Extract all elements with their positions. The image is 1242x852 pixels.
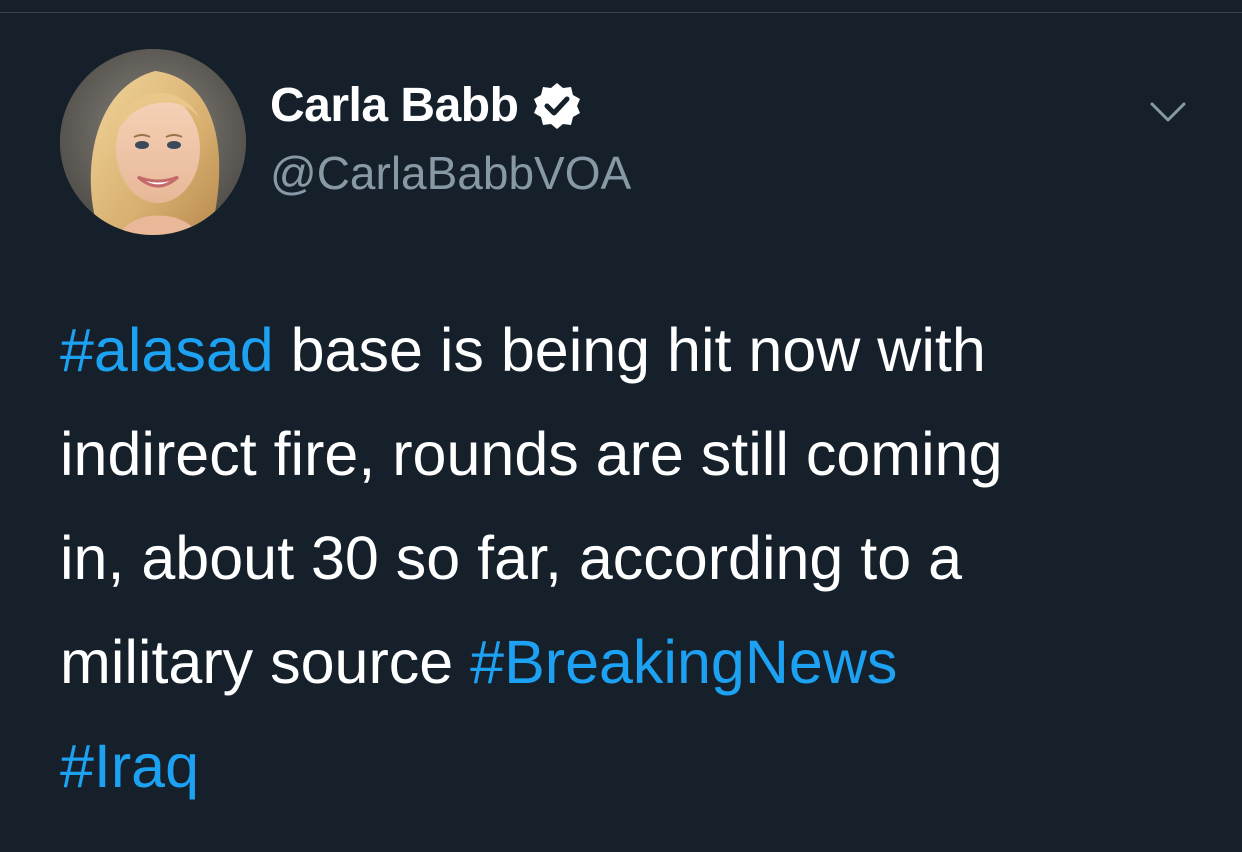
hashtag-link[interactable]: #BreakingNews — [470, 628, 897, 696]
tweet-card: Carla Babb @CarlaBabbVOA #alasad base is… — [0, 0, 1242, 852]
tweet-line: indirect fire, rounds are still coming — [60, 402, 1210, 506]
top-divider — [0, 12, 1242, 13]
tweet-text-segment: base is being hit now with — [273, 316, 986, 384]
tweet-text: #alasad base is being hit now with indir… — [60, 298, 1210, 818]
avatar[interactable] — [60, 49, 246, 235]
author-handle[interactable]: @CarlaBabbVOA — [270, 145, 631, 201]
tweet-text-segment: in, about 30 so far, according to a — [60, 524, 963, 592]
hashtag-link[interactable]: #Iraq — [60, 732, 199, 800]
tweet-text-segment: military source — [60, 628, 471, 696]
hashtag-link[interactable]: #alasad — [60, 316, 274, 384]
display-name[interactable]: Carla Babb — [270, 78, 519, 134]
tweet-line: #alasad base is being hit now with — [60, 298, 1210, 402]
author-name-row[interactable]: Carla Babb — [270, 78, 582, 134]
tweet-line: military source #BreakingNews — [60, 610, 1210, 714]
chevron-down-icon[interactable] — [1148, 96, 1188, 128]
verified-badge-icon — [532, 81, 582, 131]
avatar-image — [60, 49, 246, 235]
tweet-text-segment: indirect fire, rounds are still coming — [60, 420, 1003, 488]
tweet-line: in, about 30 so far, according to a — [60, 506, 1210, 610]
tweet-line: #Iraq — [60, 714, 1210, 818]
